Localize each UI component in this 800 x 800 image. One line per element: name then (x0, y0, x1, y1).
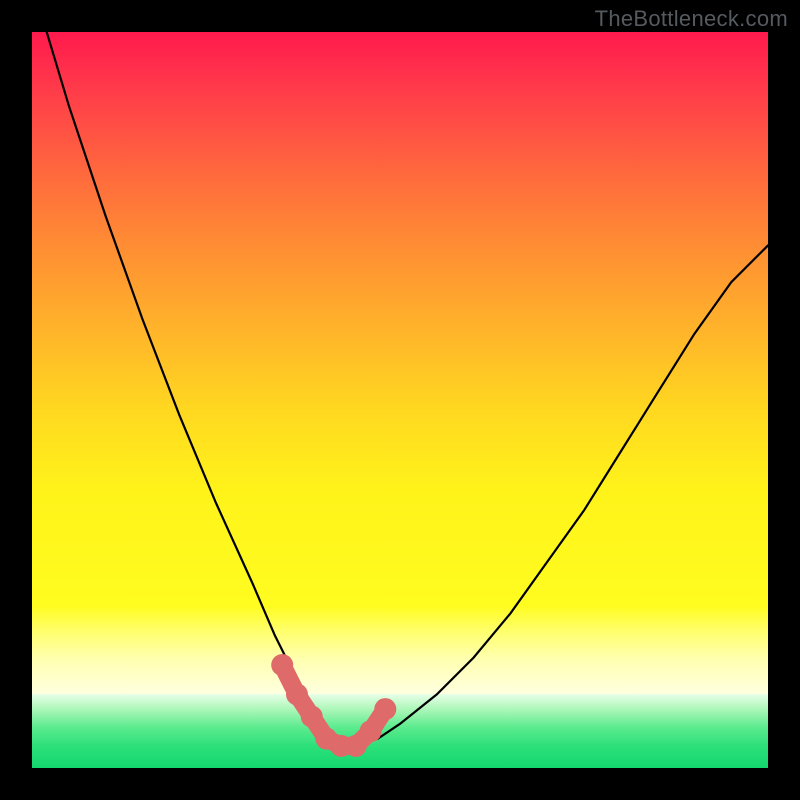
marker-dot (360, 720, 382, 742)
marker-dot (286, 683, 308, 705)
marker-dot (271, 654, 293, 676)
bottleneck-curve (47, 32, 768, 746)
watermark-text: TheBottleneck.com (595, 6, 788, 32)
chart-frame: TheBottleneck.com (0, 0, 800, 800)
curve-layer (32, 32, 768, 768)
marker-dot (374, 698, 396, 720)
marker-dot (301, 706, 323, 728)
marker-cluster (271, 654, 396, 757)
plot-area (32, 32, 768, 768)
